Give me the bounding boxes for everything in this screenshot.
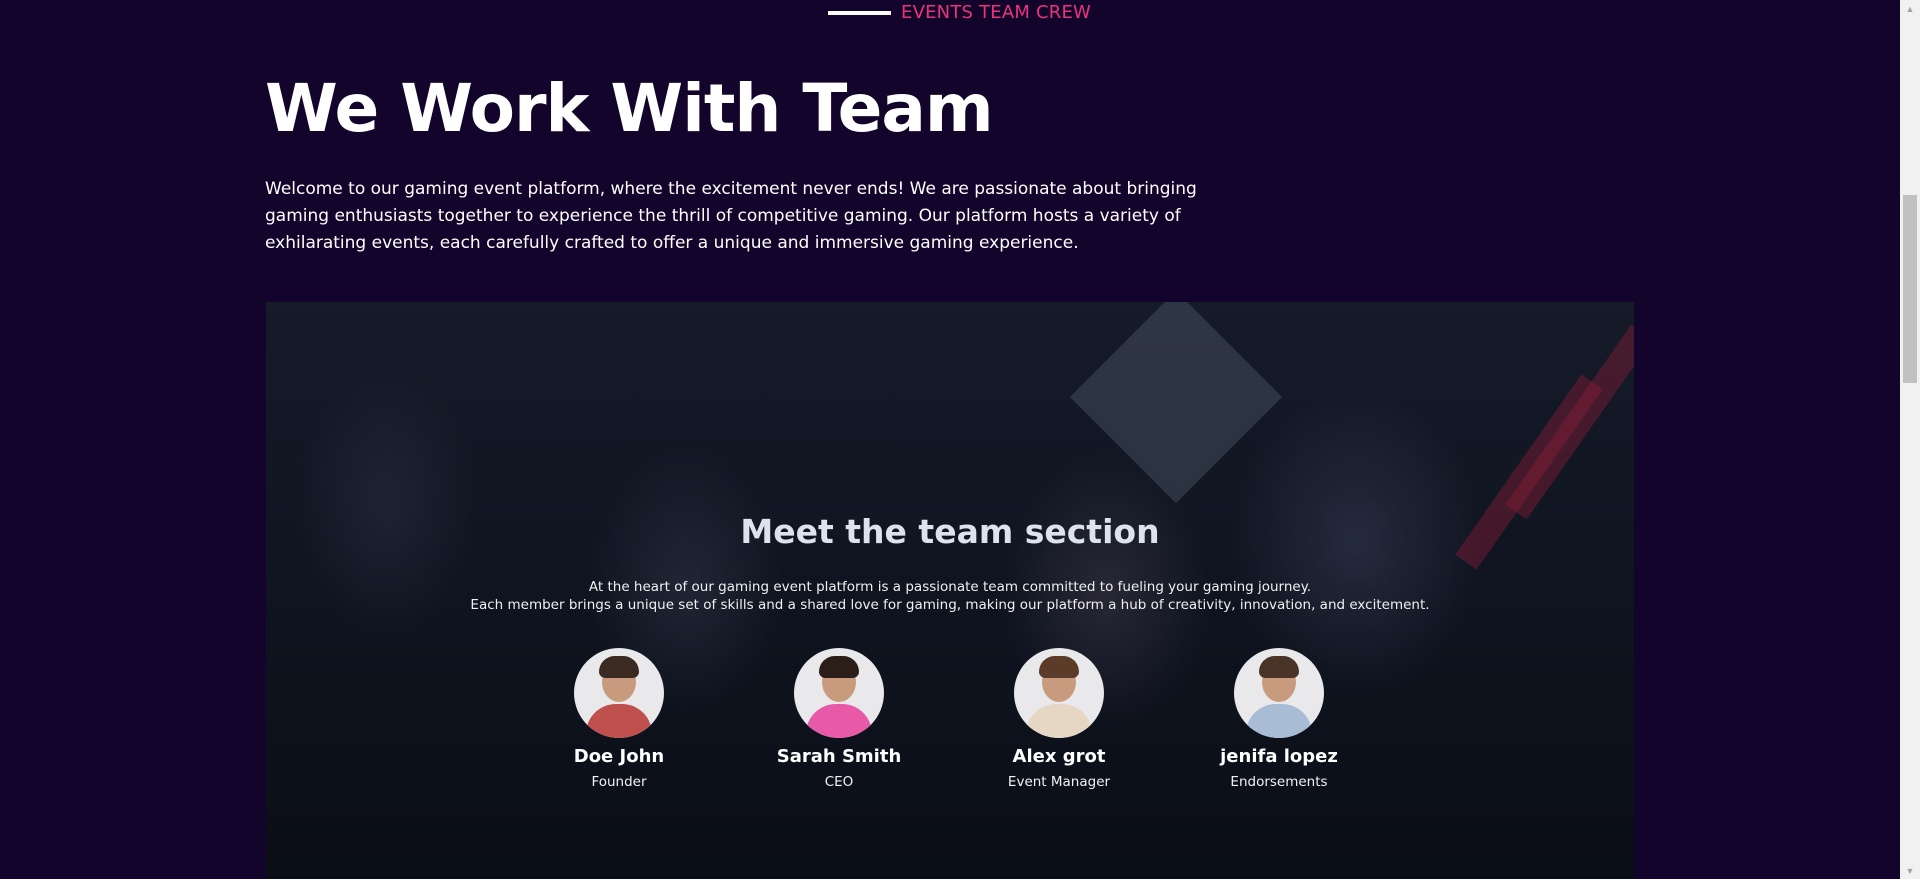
vertical-scrollbar[interactable]: ▲ ▼ [1900, 0, 1920, 879]
avatar-body [1246, 704, 1312, 738]
avatar-hair [1259, 656, 1299, 678]
eyebrow-label: EVENTS TEAM CREW [901, 2, 1092, 23]
avatar-hair [1039, 656, 1079, 678]
member-name: Doe John [573, 746, 665, 767]
section-eyebrow: EVENTS TEAM CREW [828, 2, 1091, 23]
team-section-description: At the heart of our gaming event platfor… [266, 578, 1634, 614]
member-name: jenifa lopez [1220, 746, 1338, 767]
member-role: Founder [591, 774, 647, 790]
team-member-card: jenifa lopez Endorsements [1179, 648, 1379, 790]
team-section: Meet the team section At the heart of ou… [266, 302, 1634, 879]
avatar-hair [819, 656, 859, 678]
eyebrow-divider [828, 10, 891, 15]
member-name: Alex grot [1012, 746, 1106, 767]
scroll-down-arrow-icon[interactable]: ▼ [1900, 862, 1920, 879]
intro-paragraph: Welcome to our gaming event platform, wh… [265, 179, 1197, 253]
avatar-body [586, 704, 652, 738]
team-section-title: Meet the team section [740, 512, 1160, 551]
avatar [794, 648, 884, 738]
avatar [1014, 648, 1104, 738]
page-title: We Work With Team [265, 70, 994, 147]
team-member-card: Sarah Smith CEO [739, 648, 939, 790]
avatar-body [806, 704, 872, 738]
member-role: Endorsements [1230, 774, 1328, 790]
member-role: CEO [824, 774, 854, 790]
avatar-hair [599, 656, 639, 678]
scrollbar-thumb[interactable] [1903, 195, 1917, 383]
avatar [1234, 648, 1324, 738]
team-member-card: Doe John Founder [519, 648, 719, 790]
member-name: Sarah Smith [776, 746, 902, 767]
avatar [574, 648, 664, 738]
page: EVENTS TEAM CREW We Work With Team Welco… [0, 0, 1920, 879]
team-desc-line-1: At the heart of our gaming event platfor… [588, 579, 1312, 595]
scroll-up-arrow-icon[interactable]: ▲ [1900, 0, 1920, 17]
team-hero-image: Meet the team section At the heart of ou… [266, 302, 1634, 879]
team-member-card: Alex grot Event Manager [959, 648, 1159, 790]
member-role: Event Manager [1007, 774, 1111, 790]
team-desc-line-2: Each member brings a unique set of skill… [470, 597, 1430, 613]
avatar-body [1026, 704, 1092, 738]
